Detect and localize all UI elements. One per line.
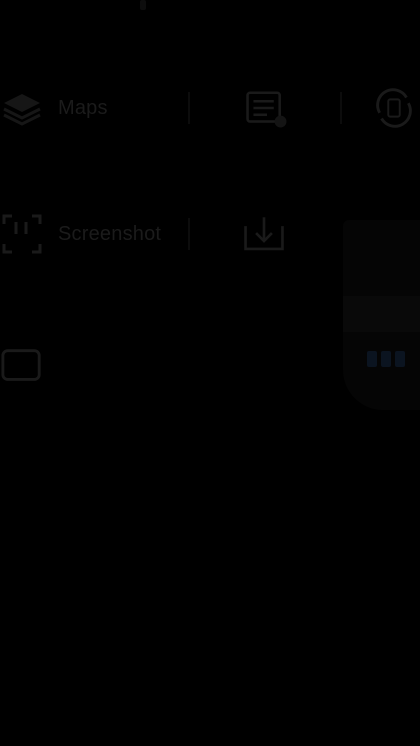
screenshot-label: Screenshot (58, 222, 162, 245)
side-panel[interactable] (343, 220, 420, 410)
list-settings-icon (245, 86, 289, 130)
layers-icon (0, 86, 44, 130)
side-panel-accent (367, 348, 417, 370)
cast-tile[interactable] (0, 336, 44, 396)
side-panel-band (343, 296, 420, 332)
screenshot-tile[interactable]: Screenshot (0, 204, 161, 264)
rotate-tile[interactable] (372, 78, 416, 138)
maps-tile[interactable]: Maps (0, 78, 108, 138)
download-tile[interactable] (242, 204, 286, 264)
tile-divider (340, 92, 342, 124)
tile-divider (188, 218, 190, 250)
rotate-icon (372, 86, 416, 130)
quick-settings-screen: Maps Screenshot (0, 0, 420, 746)
tile-divider (188, 92, 190, 124)
download-icon (242, 212, 286, 256)
cast-icon (0, 344, 44, 388)
screenshot-icon (0, 212, 44, 256)
maps-label: Maps (58, 96, 108, 119)
task-settings-tile[interactable] (245, 78, 289, 138)
